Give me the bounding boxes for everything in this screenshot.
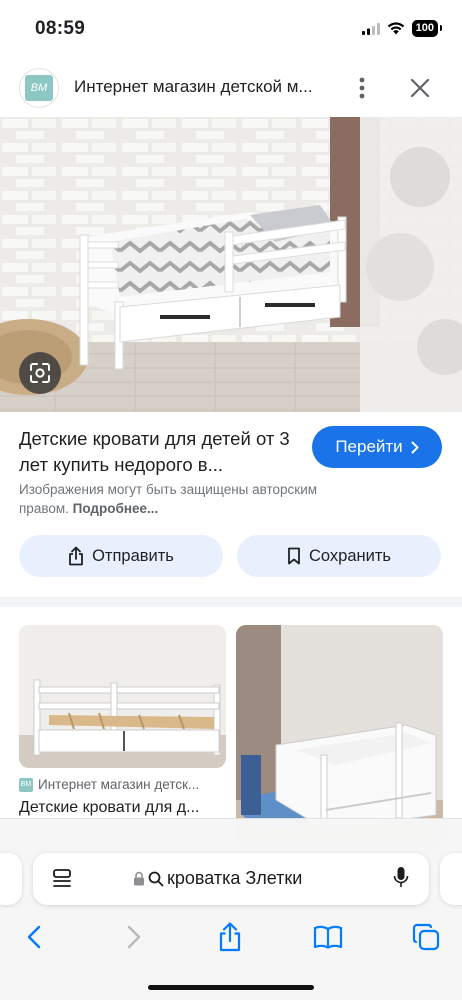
related-thumbnail-2[interactable] bbox=[236, 625, 443, 845]
browser-toolbar: кроватка Злетки bbox=[0, 818, 462, 1000]
browser-nav-row bbox=[0, 919, 462, 955]
tabs-button[interactable] bbox=[408, 919, 444, 955]
more-options-button[interactable] bbox=[350, 72, 374, 104]
home-indicator bbox=[148, 985, 314, 990]
chevron-right-icon bbox=[411, 441, 419, 453]
status-icons: 100 bbox=[361, 20, 443, 37]
visit-button[interactable]: Перейти bbox=[312, 426, 442, 468]
site-logo[interactable]: BM bbox=[19, 68, 59, 108]
cellular-signal-icon bbox=[361, 22, 380, 35]
related-results: BM Интернет магазин детск... Детские кро… bbox=[0, 625, 462, 857]
next-tab-peek[interactable] bbox=[440, 853, 462, 905]
share-button-label: Отправить bbox=[92, 546, 174, 565]
related-bed-photo-2 bbox=[236, 625, 443, 845]
result-header: BM Интернет магазин детской м... bbox=[0, 62, 462, 114]
related-bed-photo bbox=[19, 625, 226, 768]
related-source: BM Интернет магазин детск... bbox=[19, 777, 226, 792]
lens-button[interactable] bbox=[19, 352, 61, 394]
page-menu-icon[interactable] bbox=[51, 867, 73, 889]
related-thumbnail[interactable] bbox=[19, 625, 226, 768]
search-icon bbox=[148, 871, 164, 886]
previous-tab-peek[interactable] bbox=[0, 853, 22, 905]
share-button[interactable]: Отправить bbox=[19, 535, 223, 577]
site-logo-mark: BM bbox=[25, 75, 53, 101]
main-result-image[interactable] bbox=[0, 117, 462, 412]
share-page-button[interactable] bbox=[212, 919, 248, 955]
back-button[interactable] bbox=[16, 919, 52, 955]
share-icon bbox=[219, 922, 241, 952]
bookmark-icon bbox=[288, 547, 300, 565]
bookmarks-button[interactable] bbox=[310, 919, 346, 955]
address-text: кроватка Злетки bbox=[167, 868, 303, 888]
section-divider bbox=[0, 597, 462, 607]
source-logo: BM bbox=[19, 777, 33, 792]
close-button[interactable] bbox=[404, 72, 436, 104]
status-time: 08:59 bbox=[35, 18, 86, 39]
book-icon bbox=[313, 925, 343, 949]
bed-photo bbox=[0, 117, 462, 412]
tabs-icon bbox=[412, 923, 440, 951]
copyright-text: Изображения могут быть защищены авторски… bbox=[19, 482, 318, 516]
copyright-more-link[interactable]: Подробнее... bbox=[73, 501, 159, 516]
share-icon bbox=[69, 546, 83, 566]
save-button-label: Сохранить bbox=[309, 546, 391, 565]
chevron-left-icon bbox=[27, 925, 41, 949]
site-title[interactable]: Интернет магазин детской м... bbox=[74, 77, 334, 97]
related-title[interactable]: Детские кровати для д... bbox=[19, 799, 226, 817]
lock-icon bbox=[134, 871, 144, 886]
wifi-icon bbox=[387, 22, 404, 35]
visit-button-label: Перейти bbox=[335, 437, 403, 456]
chevron-right-icon bbox=[127, 925, 141, 949]
related-source-name: Интернет магазин детск... bbox=[38, 777, 200, 792]
address-bar[interactable]: кроватка Злетки bbox=[33, 853, 429, 905]
lens-icon bbox=[30, 363, 50, 383]
result-title[interactable]: Детские кровати для детей от 3 лет купит… bbox=[19, 426, 299, 478]
microphone-icon[interactable] bbox=[393, 866, 409, 890]
address-text-group: кроватка Злетки bbox=[133, 868, 302, 889]
save-button[interactable]: Сохранить bbox=[237, 535, 441, 577]
copyright-notice: Изображения могут быть защищены авторски… bbox=[19, 480, 359, 518]
battery-indicator: 100 bbox=[411, 20, 443, 37]
close-icon bbox=[410, 78, 430, 98]
status-bar: 08:59 100 bbox=[0, 0, 462, 58]
forward-button[interactable] bbox=[116, 919, 152, 955]
more-vert-icon bbox=[359, 77, 365, 99]
